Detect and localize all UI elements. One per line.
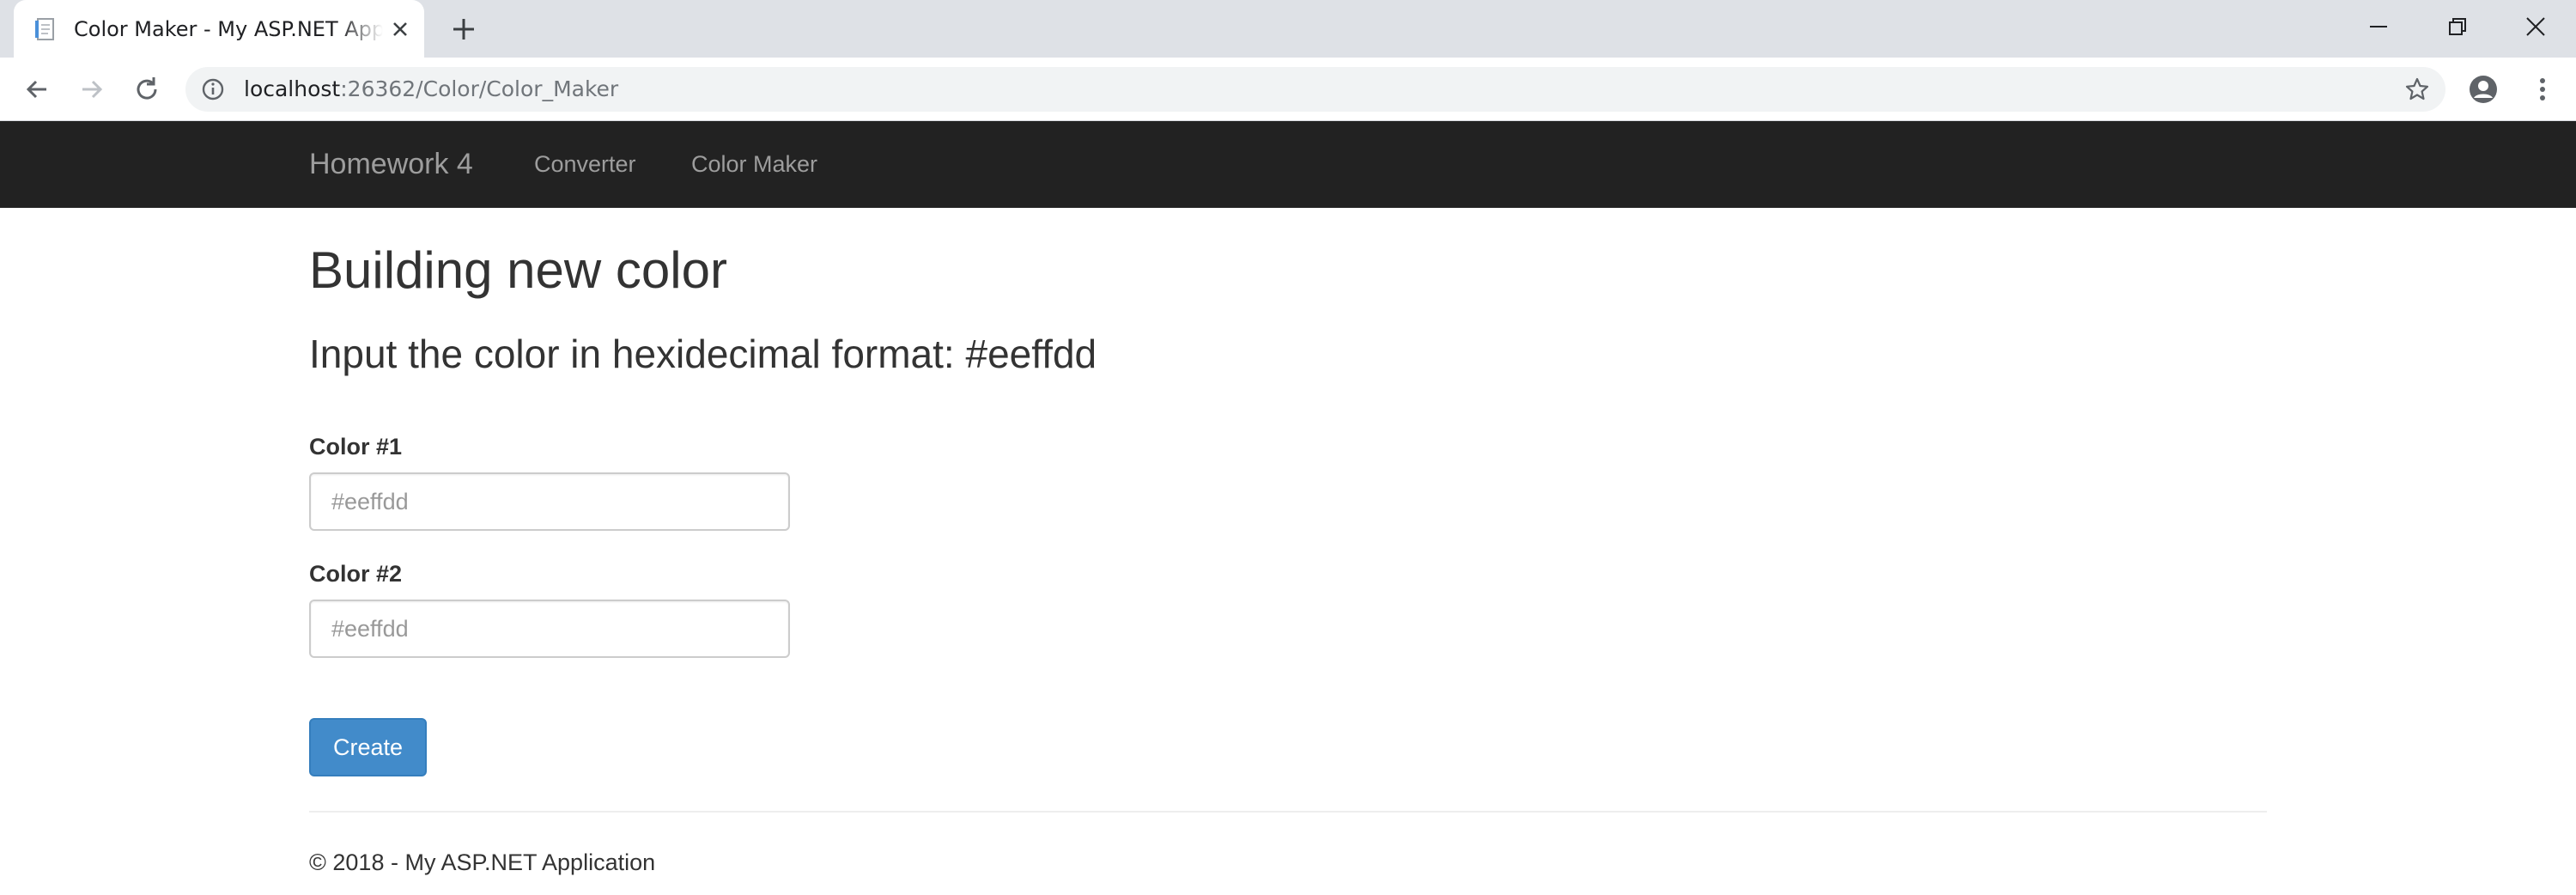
- nav-link-converter[interactable]: Converter: [534, 150, 636, 178]
- restore-button[interactable]: [2419, 0, 2496, 53]
- minimize-icon: [2370, 26, 2387, 27]
- url-host: localhost: [244, 76, 341, 101]
- color-2-input[interactable]: [309, 600, 790, 658]
- footer-divider: [309, 811, 2267, 813]
- close-icon[interactable]: [388, 17, 412, 41]
- restore-icon: [2449, 18, 2466, 35]
- minimize-button[interactable]: [2340, 0, 2417, 53]
- browser-toolbar: localhost:26362/Color/Color_Maker: [0, 58, 2576, 121]
- color-1-input[interactable]: [309, 472, 790, 531]
- address-bar[interactable]: localhost:26362/Color/Color_Maker: [185, 67, 2445, 112]
- color-1-label: Color #1: [309, 434, 403, 460]
- page-icon: [35, 18, 54, 40]
- create-button[interactable]: Create: [309, 718, 427, 776]
- star-icon[interactable]: [2404, 76, 2430, 102]
- browser-tab[interactable]: Color Maker - My ASP.NET Application: [14, 0, 424, 58]
- color-2-label: Color #2: [309, 561, 403, 587]
- window-close-icon: [2526, 17, 2545, 36]
- forward-arrow-icon[interactable]: [77, 75, 106, 104]
- account-icon[interactable]: [2468, 74, 2499, 105]
- page-subtitle: Input the color in hexidecimal format: #…: [309, 332, 1097, 376]
- back-arrow-icon[interactable]: [22, 75, 52, 104]
- footer-text: © 2018 - My ASP.NET Application: [309, 849, 656, 875]
- kebab-menu-icon[interactable]: [2528, 75, 2557, 104]
- nav-link-color-maker[interactable]: Color Maker: [691, 150, 817, 178]
- plus-icon[interactable]: [448, 14, 479, 45]
- page-title: Building new color: [309, 241, 727, 299]
- browser-tab-strip: Color Maker - My ASP.NET Application: [0, 0, 2576, 58]
- navbar-brand[interactable]: Homework 4: [309, 147, 473, 181]
- info-icon[interactable]: [201, 77, 225, 101]
- tab-title: Color Maker - My ASP.NET Application: [74, 17, 383, 41]
- window-close-button[interactable]: [2497, 0, 2574, 53]
- site-navbar: Homework 4 Converter Color Maker: [0, 121, 2576, 208]
- url-path: :26362/Color/Color_Maker: [340, 76, 619, 101]
- url-text[interactable]: localhost:26362/Color/Color_Maker: [244, 76, 618, 103]
- reload-icon[interactable]: [132, 75, 161, 104]
